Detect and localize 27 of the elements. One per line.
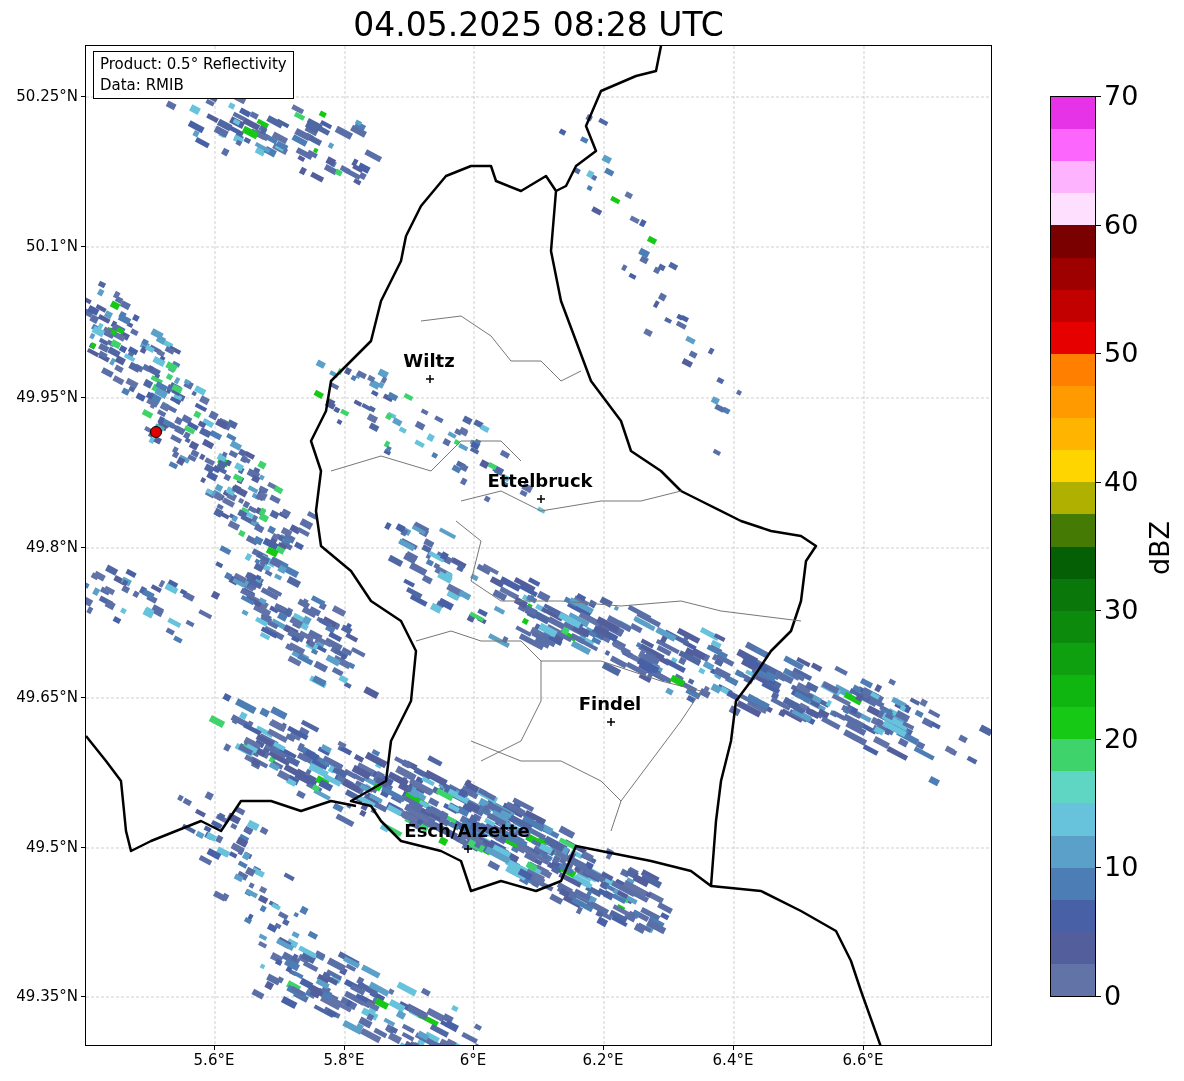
city-label: Findel — [578, 694, 642, 714]
colorbar-tick-label: 50 — [1104, 338, 1139, 369]
colorbar-tick-label: 60 — [1104, 209, 1139, 240]
colorbar-label: dBZ — [1145, 520, 1175, 576]
info-text: Data: RMIB — [100, 75, 185, 96]
longitude-label: 6.2°E — [582, 1051, 624, 1069]
latitude-label: 49.35°N — [16, 987, 78, 1005]
city-label: Wiltz — [403, 351, 455, 371]
longitude-label: 5.8°E — [323, 1051, 365, 1069]
colorbar-tick-label: 10 — [1104, 852, 1139, 883]
longitude-label: 6.4°E — [712, 1051, 754, 1069]
colorbar-tick-label: 0 — [1104, 981, 1122, 1011]
latitude-label: 50.1°N — [25, 237, 78, 255]
info-text: Product: 0.5° Reflectivity — [100, 54, 287, 75]
latitude-label: 49.8°N — [25, 538, 78, 556]
latitude-label: 50.25°N — [16, 87, 78, 105]
chart-title: 04.05.2025 08:28 UTC — [353, 4, 724, 46]
latitude-label: 49.5°N — [25, 838, 78, 856]
latitude-label: 49.65°N — [16, 688, 78, 706]
colorbar-tick-label: 20 — [1104, 723, 1139, 754]
longitude-label: 6°E — [459, 1051, 487, 1069]
longitude-label: 6.6°E — [842, 1051, 884, 1069]
longitude-label: 5.6°E — [193, 1051, 235, 1069]
colorbar-tick-label: 30 — [1104, 595, 1139, 626]
colorbar-tick-label: 70 — [1104, 81, 1139, 111]
latitude-label: 49.95°N — [16, 388, 78, 406]
colorbar-tick-label: 40 — [1104, 466, 1139, 497]
